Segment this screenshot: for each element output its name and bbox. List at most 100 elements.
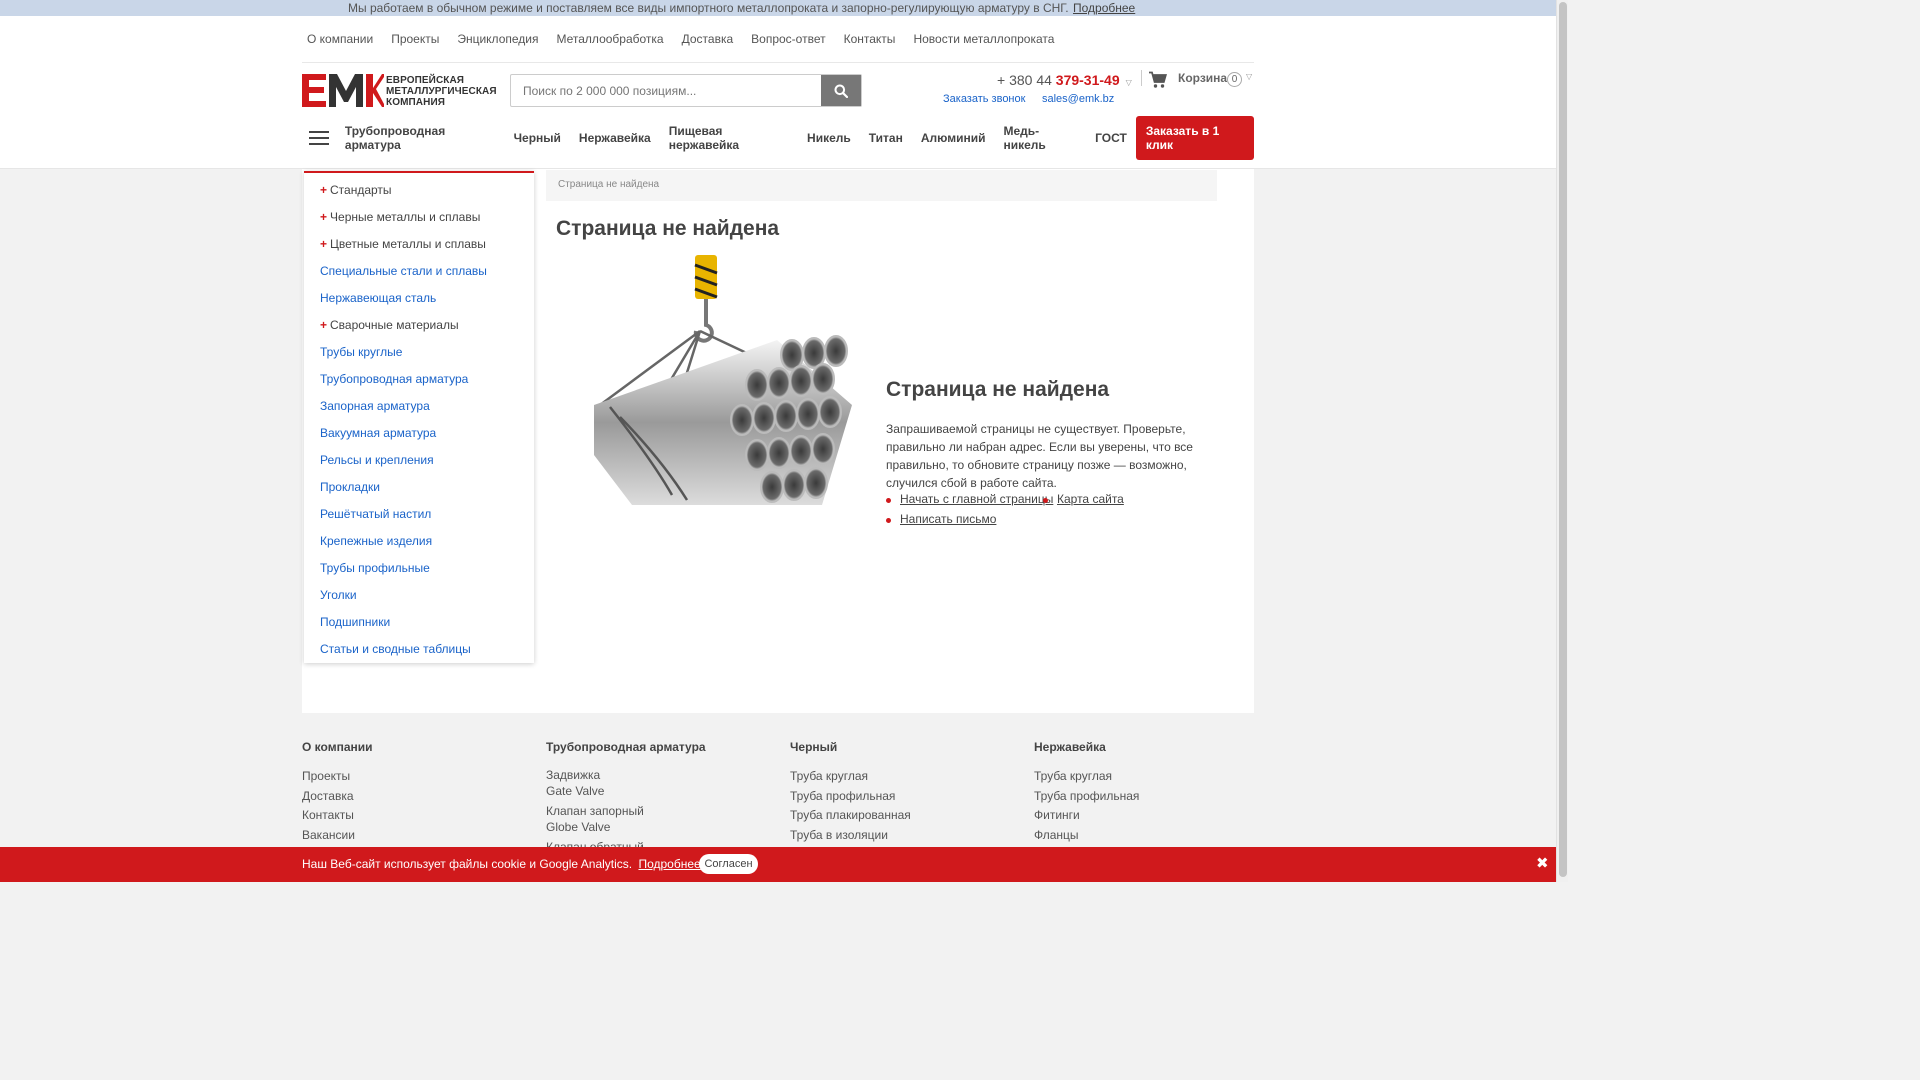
phone-number[interactable]: + 380 44 379-31-49 ▽ — [997, 72, 1132, 88]
info-bar: Мы работаем в обычном режиме и поставляе… — [0, 0, 1556, 16]
topnav-faq[interactable]: Вопрос-ответ — [751, 32, 825, 46]
site-header: О компании Проекты Энциклопедия Металлоо… — [0, 16, 1556, 169]
sidebar-item-label: Цветные металлы и сплавы — [330, 237, 486, 251]
pipe-end — [811, 363, 835, 395]
expand-plus-icon[interactable]: + — [320, 210, 327, 224]
footer-link[interactable]: Труба круглая — [1034, 767, 1139, 787]
pipe-end — [818, 396, 842, 428]
cat-aluminum[interactable]: Алюминий — [921, 131, 986, 145]
footer-link[interactable]: Задвижка Gate Valve — [546, 767, 706, 799]
pipe-end — [745, 439, 769, 471]
sidebar-item-label: Стандарты — [330, 183, 392, 197]
sidebar-item[interactable]: Уголки — [304, 586, 534, 613]
cat-food-stainless[interactable]: Пищевая нержавейка — [669, 124, 789, 152]
sidebar-item-label: Черные металлы и сплавы — [330, 210, 481, 224]
footer-link[interactable]: Фланцы — [1034, 826, 1139, 846]
sidebar-item[interactable]: Трубопроводная арматура — [304, 370, 534, 397]
sidebar-item[interactable]: Нержавеющая сталь — [304, 289, 534, 316]
topnav-encyclopedia[interactable]: Энциклопедия — [457, 32, 538, 46]
sidebar-item[interactable]: Специальные стали и сплавы — [304, 262, 534, 289]
cat-pipeline-fittings[interactable]: Трубопроводная арматура — [345, 124, 496, 152]
email-link[interactable]: sales@emk.bz — [1042, 93, 1114, 105]
cart-label[interactable]: Корзина — [1178, 71, 1227, 85]
cart-icon[interactable] — [1148, 71, 1167, 89]
sitemap-link[interactable]: Карта сайта — [1057, 492, 1124, 506]
sidebar-item[interactable]: Решётчатый настил — [304, 505, 534, 532]
cookie-message: Наш Веб-сайт использует файлы cookie и G… — [302, 857, 633, 871]
footer-col-title[interactable]: Нержавейка — [1034, 740, 1139, 754]
search-button[interactable] — [821, 75, 861, 106]
footer-col-title[interactable]: Черный — [790, 740, 911, 754]
cat-stainless[interactable]: Нержавейка — [579, 131, 651, 145]
cat-black[interactable]: Черный — [514, 131, 561, 145]
topnav-contacts[interactable]: Контакты — [844, 32, 896, 46]
sidebar-item[interactable]: Трубы профильные — [304, 559, 534, 586]
info-bar-more-link[interactable]: Подробнее — [1073, 1, 1135, 15]
pipe-end — [789, 435, 813, 467]
write-letter-link[interactable]: Написать письмо — [900, 512, 996, 526]
cookie-accept-button[interactable]: Согласен — [699, 854, 758, 874]
footer-col-title[interactable]: О компании — [302, 740, 373, 754]
sidebar-item[interactable]: + Сварочные материалы — [304, 316, 534, 343]
sidebar-item-label: Вакуумная арматура — [320, 426, 437, 440]
sidebar-item[interactable]: Прокладки — [304, 478, 534, 505]
footer-link[interactable]: Труба плакированная — [790, 806, 911, 826]
footer-col-title[interactable]: Трубопроводная арматура — [546, 740, 706, 754]
order-one-click-button[interactable]: Заказать в 1 клик — [1135, 116, 1254, 160]
cat-copper-nickel[interactable]: Медь-никель — [1003, 124, 1077, 152]
home-page-link[interactable]: Начать с главной страницы — [900, 492, 1053, 506]
pipe-end — [811, 433, 835, 465]
topnav-projects[interactable]: Проекты — [391, 32, 439, 46]
sidebar-item-label: Специальные стали и сплавы — [320, 264, 487, 278]
bullet-icon — [1043, 498, 1048, 503]
sidebar-item[interactable]: Подшипники — [304, 613, 534, 640]
sidebar-item[interactable]: + Стандарты — [304, 181, 534, 208]
pipe-end — [767, 367, 791, 399]
footer-link[interactable]: Труба профильная — [1034, 787, 1139, 807]
cat-nickel[interactable]: Никель — [807, 131, 851, 145]
footer-link[interactable]: Вакансии — [302, 826, 373, 846]
footer-link[interactable]: Фитинги — [1034, 806, 1139, 826]
sidebar-item-label: Трубопроводная арматура — [320, 372, 469, 386]
callback-link[interactable]: Заказать звонок — [943, 93, 1025, 105]
sidebar-item[interactable]: Статьи и сводные таблицы — [304, 640, 534, 667]
sidebar-item-label: Запорная арматура — [320, 399, 430, 413]
topnav-about[interactable]: О компании — [307, 32, 373, 46]
footer-link[interactable]: Труба круглая — [790, 767, 911, 787]
sidebar-item[interactable]: Рельсы и крепления — [304, 451, 534, 478]
pipe-end — [745, 369, 769, 401]
chevron-down-icon[interactable]: ▽ — [1246, 72, 1252, 81]
sidebar-item[interactable]: + Черные металлы и сплавы — [304, 208, 534, 235]
footer-link[interactable]: Проекты — [302, 767, 373, 787]
search-input[interactable] — [511, 75, 822, 106]
footer-link[interactable]: Клапан запорный Globe Valve — [546, 803, 706, 835]
expand-plus-icon[interactable]: + — [320, 237, 327, 251]
cat-gost[interactable]: ГОСТ — [1095, 131, 1127, 145]
cookie-more-link[interactable]: Подробнее — [638, 857, 700, 871]
sidebar-item-label: Подшипники — [320, 615, 391, 629]
topnav-delivery[interactable]: Доставка — [682, 32, 734, 46]
footer-link[interactable]: Труба в изоляции — [790, 826, 911, 846]
footer-link[interactable]: Контакты — [302, 806, 373, 826]
sidebar-item-label: Решётчатый настил — [320, 507, 432, 521]
expand-plus-icon[interactable]: + — [320, 183, 327, 197]
sidebar-item[interactable]: Крепежные изделия — [304, 532, 534, 559]
topnav-metalworking[interactable]: Металлообработка — [556, 32, 663, 46]
company-logo[interactable]: ЕВРОПЕЙСКАЯ МЕТАЛЛУРГИЧЕСКАЯ КОМПАНИЯ — [302, 74, 497, 108]
menu-icon[interactable] — [309, 131, 329, 145]
sidebar-item[interactable]: Вакуумная арматура — [304, 424, 534, 451]
sidebar-item[interactable]: Трубы круглые — [304, 343, 534, 370]
scrollbar-thumb[interactable] — [1559, 2, 1567, 877]
page-scrollbar[interactable] — [1556, 0, 1568, 882]
expand-plus-icon[interactable]: + — [320, 318, 327, 332]
sidebar-item[interactable]: + Цветные металлы и сплавы — [304, 235, 534, 262]
cat-titanium[interactable]: Титан — [869, 131, 903, 145]
footer-link[interactable]: Доставка — [302, 787, 373, 807]
close-icon[interactable]: ✖ — [1536, 854, 1549, 872]
footer-link[interactable]: Труба профильная — [790, 787, 911, 807]
pipe-end — [767, 437, 791, 469]
sidebar-item[interactable]: Запорная арматура — [304, 397, 534, 424]
search-icon — [834, 84, 848, 98]
category-navigation: Трубопроводная арматура Черный Нержавейк… — [302, 116, 1254, 160]
topnav-news[interactable]: Новости металлопроката — [913, 32, 1054, 46]
